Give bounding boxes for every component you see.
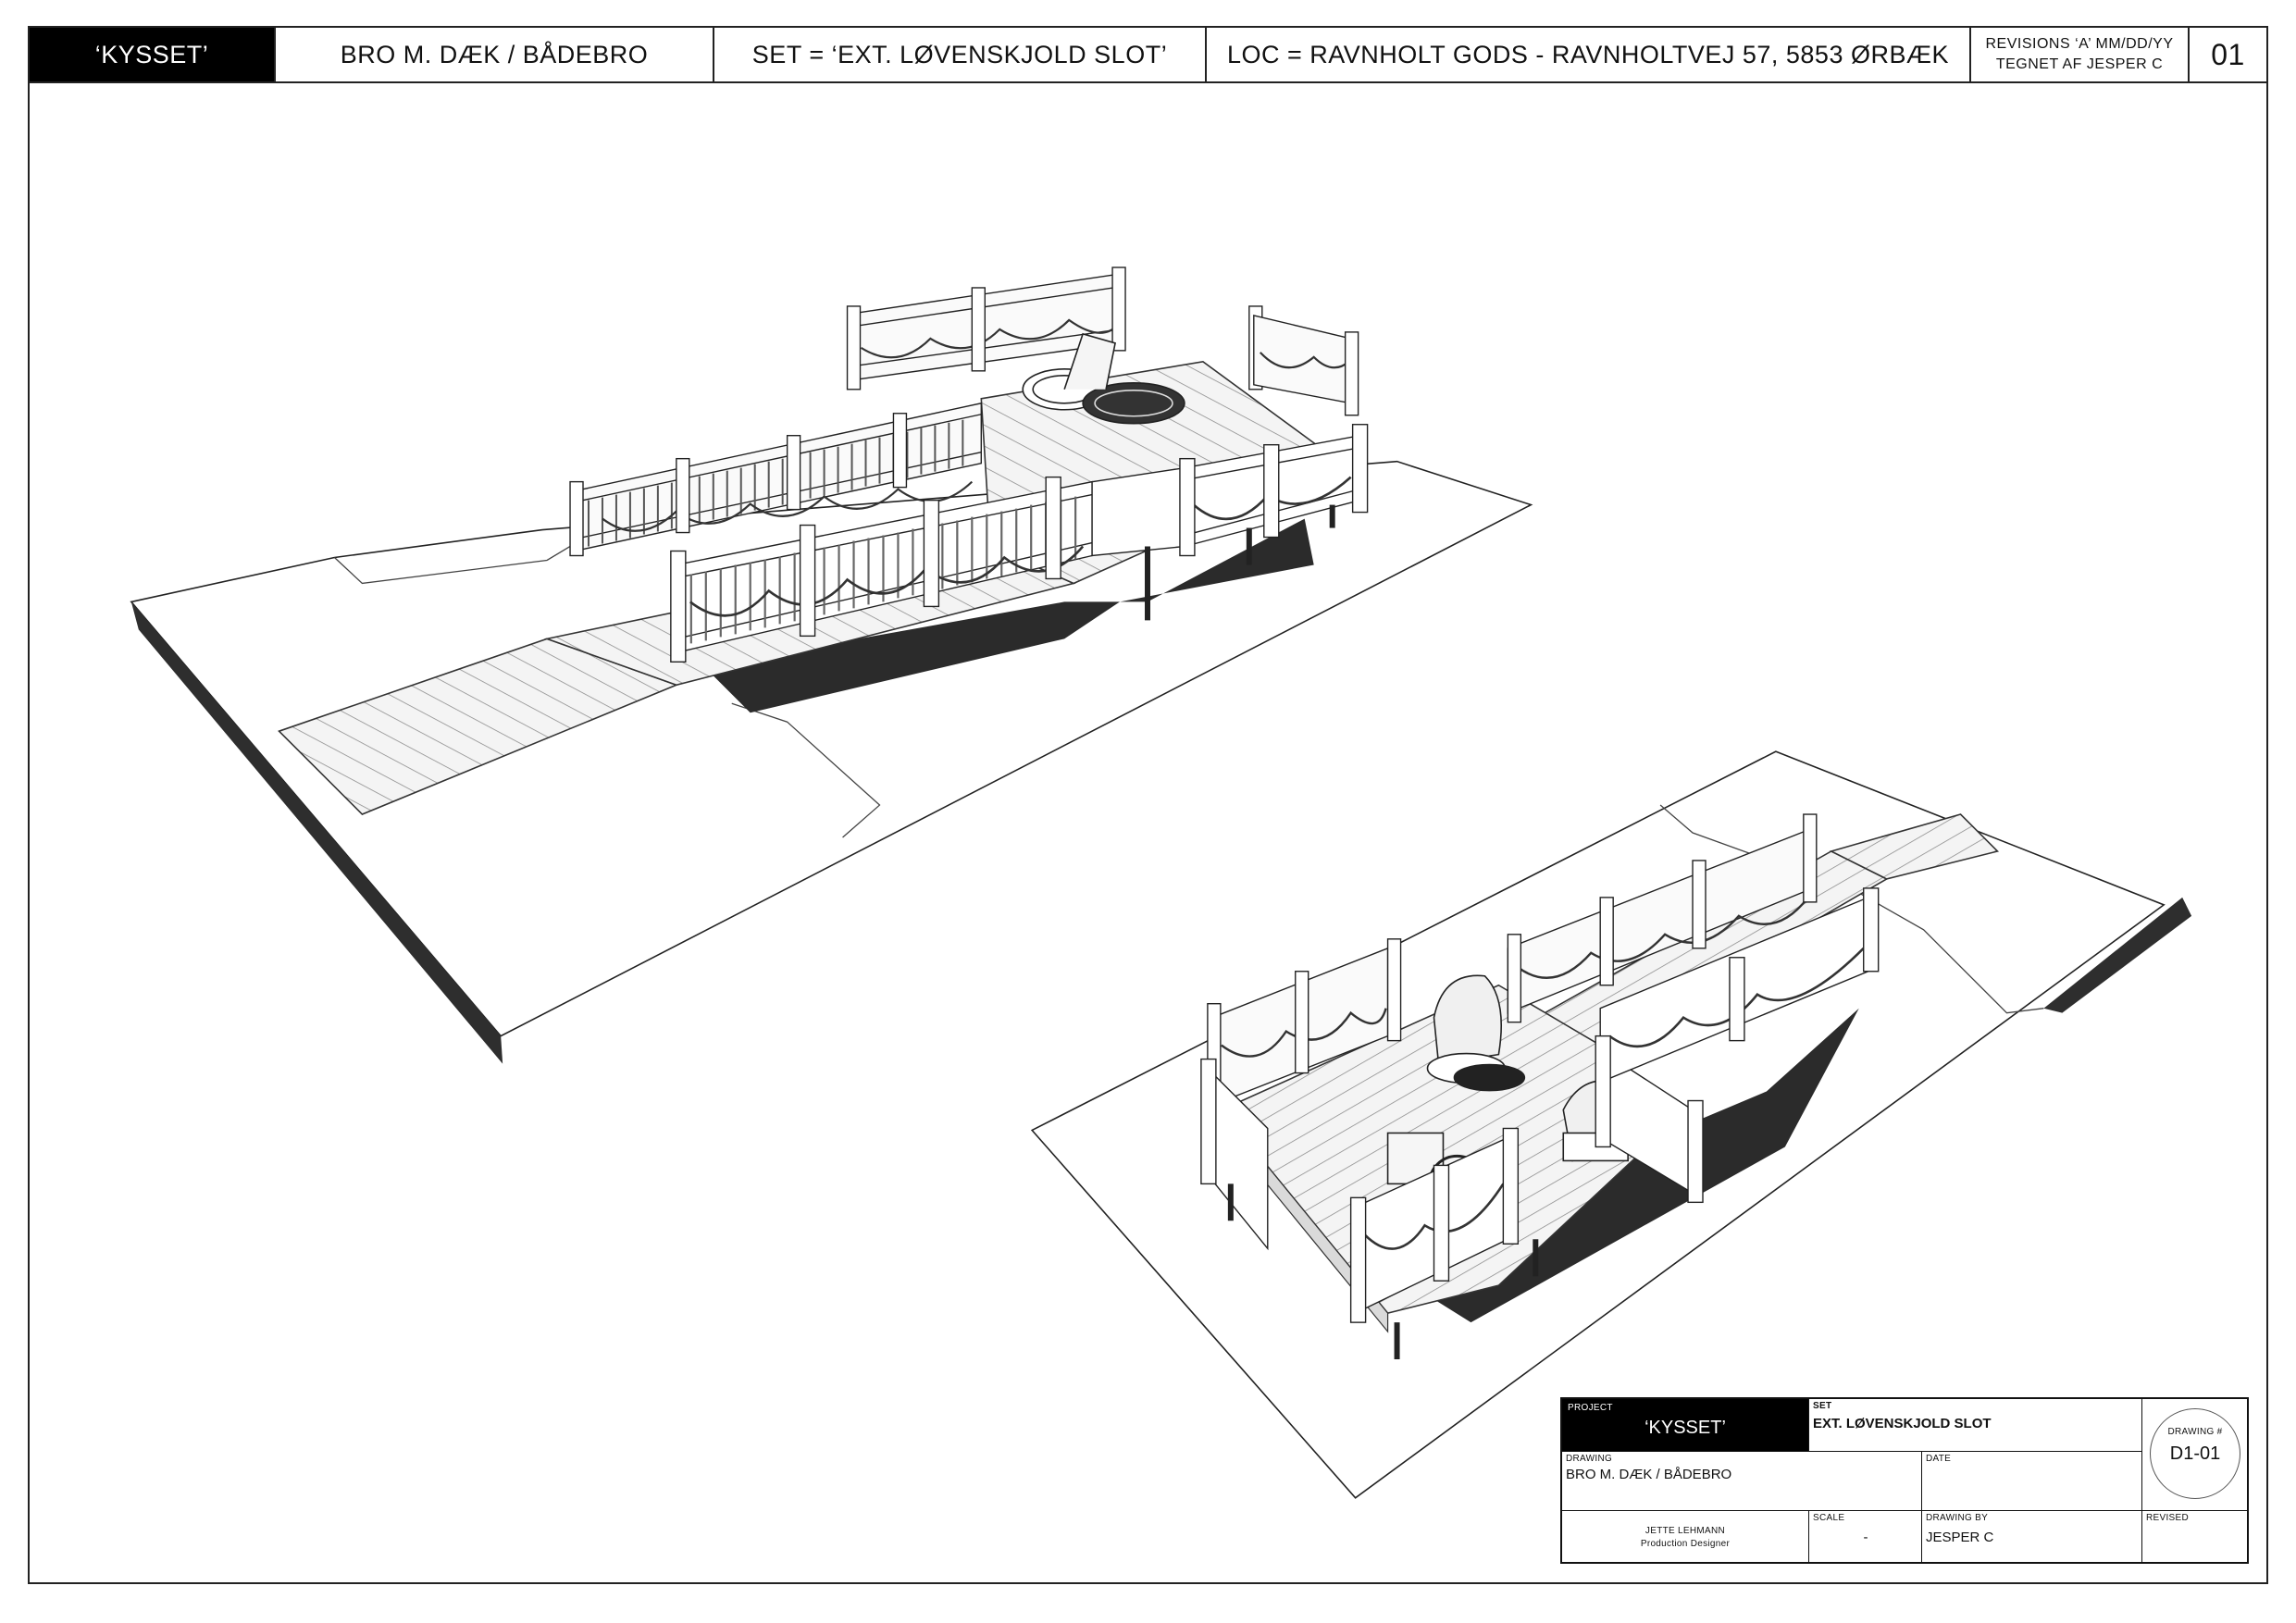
tb-scale-value: - [1863,1530,1868,1545]
header-location: LOC = RAVNHOLT GODS - RAVNHOLTVEJ 57, 58… [1207,28,1971,81]
header-sheet-number: 01 [2211,37,2245,71]
tb-scale-label: SCALE [1813,1513,1845,1523]
tb-set-value: EXT. LØVENSKJOLD SLOT [1813,1416,1992,1431]
tb-drawing-value: BRO M. DÆK / BÅDEBRO [1566,1467,1732,1482]
tb-set-cell: SET EXT. LØVENSKJOLD SLOT [1808,1399,2141,1451]
title-block: PROJECT ‘KYSSET’ SET EXT. LØVENSKJOLD SL… [1560,1397,2249,1564]
header-set: SET = ‘EXT. LØVENSKJOLD SLOT’ [714,28,1207,81]
header-drawn-by: TEGNET AF JESPER C [1995,56,2164,72]
tb-project-value: ‘KYSSET’ [1644,1418,1726,1438]
tb-scale-cell: SCALE - [1808,1510,1921,1564]
tb-date-label: DATE [1926,1454,1952,1464]
view-2-perspective [1030,750,2192,1499]
deck-perspective-drawings [130,266,2192,1499]
tb-project-cell: PROJECT ‘KYSSET’ [1562,1399,1808,1451]
tb-set-label: SET [1813,1401,1832,1411]
drawing-sheet: ‘KYSSET’ BRO M. DÆK / BÅDEBRO SET = ‘EXT… [28,26,2268,1584]
tb-drawing-by-cell: DRAWING BY JESPER C [1921,1510,2141,1564]
tb-designer-name: JETTE LEHMANN [1644,1526,1726,1536]
header-drawing: BRO M. DÆK / BÅDEBRO [276,28,714,81]
tb-drawing-number-value: D1-01 [2169,1443,2221,1464]
tb-drawing-number-cell: DRAWING # D1-01 [2141,1399,2247,1510]
tb-revised-label: REVISED [2146,1513,2190,1523]
view-1-perspective [130,266,1533,1064]
tb-designer-role: Production Designer [1640,1539,1731,1549]
tb-revised-cell: REVISED [2141,1510,2247,1564]
tb-drawing-label: DRAWING [1566,1454,1613,1464]
header-revisions: REVISIONS ‘A’ MM/DD/YY TEGNET AF JESPER … [1971,28,2190,81]
header-strip: ‘KYSSET’ BRO M. DÆK / BÅDEBRO SET = ‘EXT… [30,28,2266,83]
tb-drawing-cell: DRAWING BRO M. DÆK / BÅDEBRO [1562,1451,1921,1510]
header-project: ‘KYSSET’ [30,28,276,81]
tb-date-cell: DATE [1921,1451,2141,1510]
tb-drawing-by-value: JESPER C [1926,1530,1994,1545]
tb-project-label: PROJECT [1568,1403,1613,1413]
tb-designer-cell: JETTE LEHMANN Production Designer [1562,1510,1808,1564]
tb-drawing-number-label: DRAWING # [2167,1427,2223,1437]
tb-drawing-by-label: DRAWING BY [1926,1513,1989,1523]
header-revisions-text: REVISIONS ‘A’ MM/DD/YY [1985,36,2174,52]
